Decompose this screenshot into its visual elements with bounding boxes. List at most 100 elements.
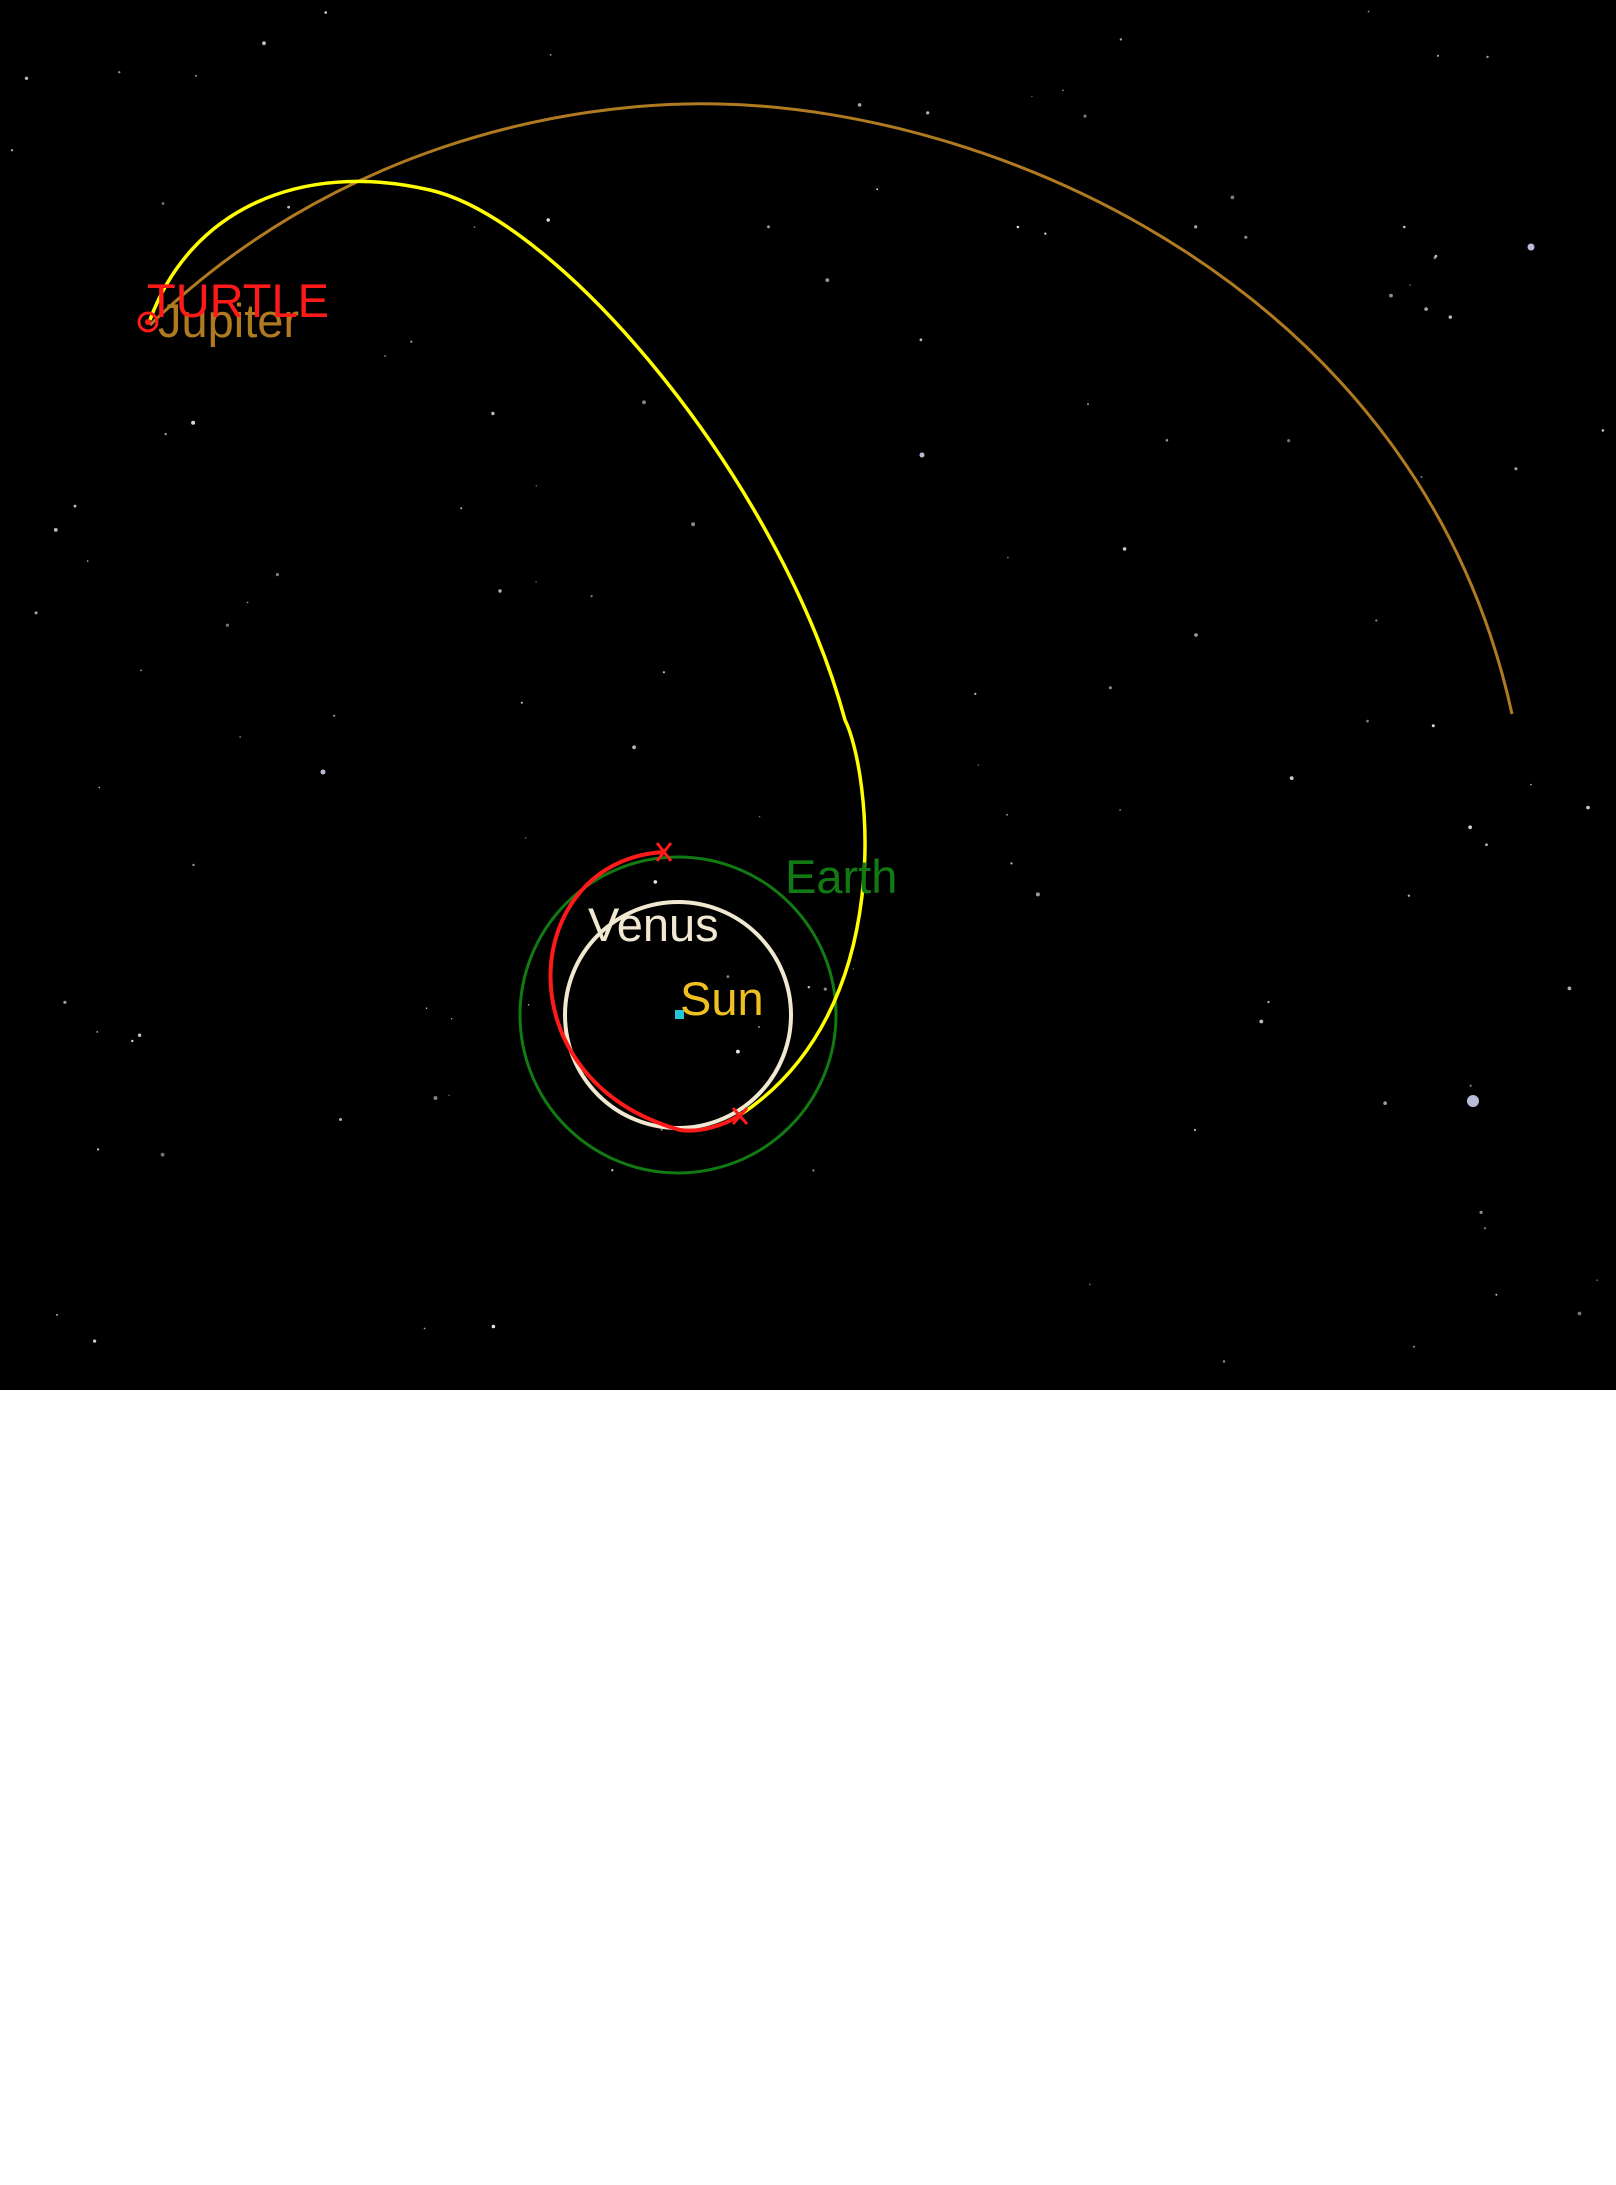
star	[93, 1339, 97, 1343]
star	[1035, 892, 1040, 897]
star	[807, 986, 810, 989]
jupiter-orbit	[148, 102, 1514, 715]
star	[1527, 243, 1535, 251]
star	[87, 560, 89, 562]
star	[498, 589, 502, 593]
star	[527, 1004, 530, 1006]
star	[275, 573, 279, 577]
star	[433, 1096, 438, 1100]
star	[1514, 467, 1518, 471]
star	[1193, 1128, 1197, 1132]
star	[758, 816, 761, 818]
star	[926, 111, 930, 115]
star	[736, 1049, 740, 1054]
star	[852, 968, 855, 970]
star	[1483, 1227, 1487, 1230]
orbit-view-canvas[interactable]: Sun Venus Earth Jupiter TURTLE	[0, 0, 1616, 1390]
star	[1244, 235, 1248, 239]
star	[1577, 1311, 1582, 1316]
star	[1436, 54, 1440, 57]
star	[73, 504, 77, 508]
star	[1409, 284, 1411, 286]
star	[384, 355, 386, 357]
star	[535, 581, 537, 583]
spacecraft-label: TURTLE	[147, 274, 329, 327]
star	[491, 411, 495, 416]
star	[1122, 547, 1127, 551]
star	[460, 507, 463, 510]
star	[24, 76, 29, 81]
star	[1431, 724, 1435, 728]
orbit-diagram: Sun Venus Earth Jupiter TURTLE	[10, 10, 1605, 1363]
star	[448, 1094, 450, 1096]
star	[450, 1018, 453, 1020]
star	[164, 432, 167, 436]
star	[1007, 556, 1009, 559]
earth-label: Earth	[785, 850, 897, 903]
star	[1479, 1210, 1483, 1214]
star	[1468, 825, 1472, 830]
star	[1448, 315, 1453, 319]
star	[160, 1152, 165, 1157]
star	[1403, 225, 1406, 229]
starfield	[10, 10, 1605, 1363]
star	[535, 485, 537, 487]
star	[10, 149, 14, 152]
star	[1407, 894, 1411, 897]
star	[1062, 89, 1064, 92]
star	[1413, 1345, 1415, 1348]
star	[767, 225, 770, 229]
star	[520, 701, 523, 704]
star	[1420, 476, 1423, 478]
blank-area	[0, 1390, 1616, 2185]
star	[1165, 439, 1169, 442]
star	[320, 769, 326, 775]
star	[1601, 429, 1605, 432]
star	[660, 1128, 663, 1131]
star	[1366, 719, 1369, 723]
star	[632, 745, 636, 750]
star	[1434, 254, 1438, 258]
star	[1044, 232, 1047, 235]
star	[1259, 1019, 1264, 1024]
star	[491, 1324, 496, 1329]
star	[549, 53, 552, 56]
star	[287, 205, 290, 209]
star	[1289, 776, 1294, 780]
star	[1586, 805, 1590, 810]
star	[1389, 293, 1393, 298]
star	[161, 202, 165, 205]
star	[131, 1039, 134, 1043]
star	[1469, 1084, 1472, 1087]
sun-label: Sun	[680, 972, 764, 1025]
star	[410, 340, 413, 343]
star	[246, 601, 249, 604]
star	[1383, 1101, 1387, 1105]
star	[919, 452, 925, 458]
star	[823, 987, 827, 991]
star	[546, 218, 550, 222]
star	[812, 1169, 815, 1172]
star	[1031, 95, 1033, 97]
star	[423, 1327, 426, 1330]
star	[1222, 1360, 1226, 1363]
star	[1006, 813, 1008, 816]
star	[1119, 38, 1123, 41]
star	[525, 837, 527, 839]
star	[691, 522, 696, 527]
star	[425, 1007, 428, 1009]
star	[339, 1118, 342, 1121]
star	[53, 528, 58, 532]
star	[1467, 1095, 1479, 1107]
star	[195, 75, 197, 77]
star	[262, 41, 266, 46]
star	[1495, 1293, 1498, 1296]
star	[1108, 686, 1112, 690]
star	[1016, 225, 1020, 229]
star	[97, 1148, 100, 1151]
star	[653, 880, 658, 884]
star	[758, 1026, 760, 1028]
star	[1267, 1000, 1270, 1004]
star	[876, 188, 879, 191]
star	[140, 669, 142, 672]
